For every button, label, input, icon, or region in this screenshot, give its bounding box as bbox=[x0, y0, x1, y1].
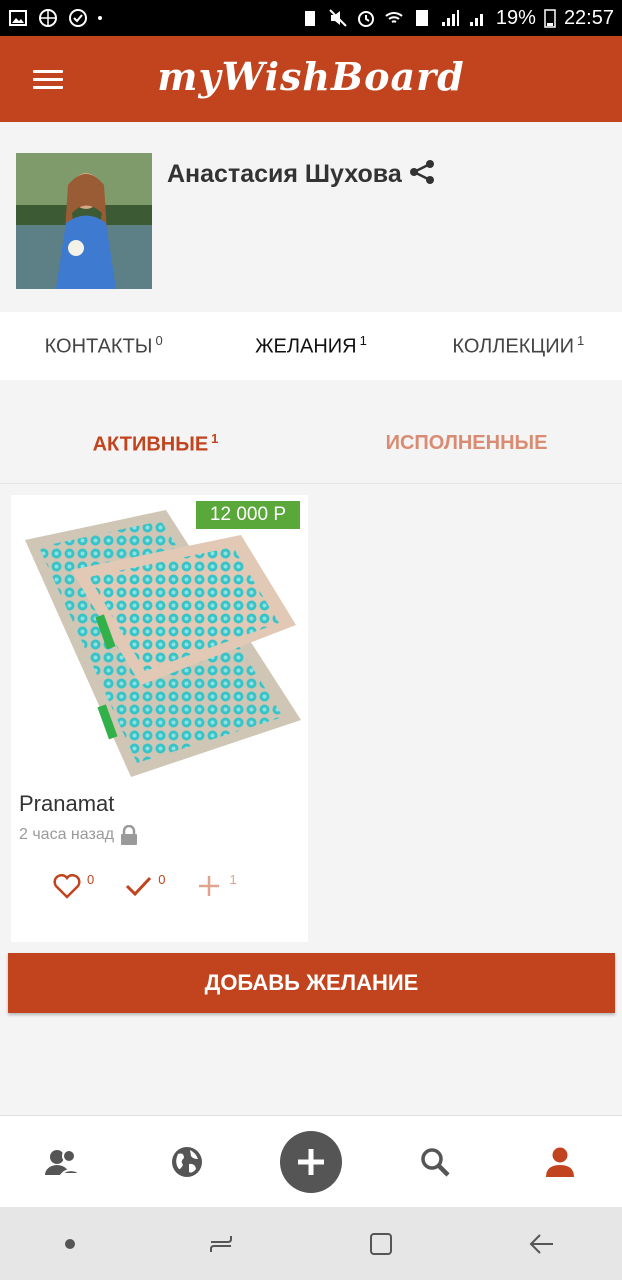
tab-label: ЖЕЛАНИЯ bbox=[255, 335, 357, 358]
search-icon bbox=[421, 1147, 450, 1177]
check-circle-icon bbox=[69, 9, 87, 27]
price-badge: 12 000 Р bbox=[195, 501, 300, 529]
subtab-label: АКТИВНЫЕ bbox=[92, 433, 209, 456]
subtab-fulfilled[interactable]: ИСПОЛНЕННЫЕ bbox=[311, 432, 622, 455]
signal-icon bbox=[441, 10, 459, 26]
heart-icon bbox=[53, 873, 81, 899]
notification-dot bbox=[98, 16, 102, 20]
menu-button[interactable] bbox=[0, 36, 96, 122]
battery-percent: 19% bbox=[495, 6, 536, 29]
tab-label: КОНТАКТЫ bbox=[44, 335, 153, 358]
home-icon[interactable] bbox=[366, 1229, 396, 1259]
add-count: 1 bbox=[229, 872, 237, 887]
nav-profile[interactable] bbox=[520, 1122, 600, 1202]
wish-timestamp: 2 часа назад bbox=[19, 825, 138, 845]
subtab-active[interactable]: АКТИВНЫЕ 1 bbox=[0, 431, 311, 457]
nav-friends[interactable] bbox=[22, 1122, 102, 1202]
avatar-photo bbox=[16, 153, 152, 289]
tab-collections[interactable]: КОЛЛЕКЦИИ 1 bbox=[415, 333, 622, 359]
lock-icon bbox=[121, 825, 138, 845]
system-nav-bar bbox=[0, 1207, 622, 1280]
clock: 22:57 bbox=[563, 6, 614, 29]
globe-icon bbox=[171, 1146, 202, 1177]
back-icon[interactable] bbox=[527, 1229, 557, 1259]
battery-icon bbox=[544, 9, 556, 28]
nav-add[interactable] bbox=[271, 1122, 351, 1202]
plus-small-icon bbox=[199, 876, 220, 896]
tab-count: 0 bbox=[155, 333, 163, 349]
mute-icon bbox=[329, 9, 347, 27]
tab-count: 1 bbox=[359, 333, 367, 349]
status-bar: 19% 22:57 bbox=[0, 0, 622, 36]
check-icon bbox=[126, 876, 152, 897]
nav-explore[interactable] bbox=[147, 1122, 227, 1202]
battery-saver-icon bbox=[304, 11, 315, 26]
plus-icon bbox=[297, 1148, 324, 1175]
wish-card[interactable]: 12 000 Р Pranamat 2 часа назад 0 0 1 bbox=[11, 495, 308, 942]
profile-name: Анастасия Шухова bbox=[167, 160, 402, 188]
tab-count: 1 bbox=[576, 333, 585, 349]
add-wish-button[interactable]: ДОБАВЬ ЖЕЛАНИЕ bbox=[8, 953, 615, 1013]
tab-label: КОЛЛЕКЦИИ bbox=[452, 335, 574, 358]
done-action[interactable]: 0 bbox=[124, 873, 165, 899]
hamburger-icon bbox=[33, 65, 63, 94]
profile-tabs: КОНТАКТЫ 0 ЖЕЛАНИЯ 1 КОЛЛЕКЦИИ 1 bbox=[0, 312, 622, 380]
status-left-icons bbox=[8, 8, 102, 28]
bottom-nav bbox=[0, 1115, 622, 1207]
wish-image bbox=[25, 510, 301, 777]
wish-actions: 0 0 1 bbox=[53, 873, 237, 899]
status-right-icons: 19% 22:57 bbox=[300, 7, 614, 30]
subtab-label: ИСПОЛНЕННЫЕ bbox=[385, 432, 548, 454]
tab-contacts[interactable]: КОНТАКТЫ 0 bbox=[0, 333, 207, 359]
wish-subtabs: АКТИВНЫЕ 1 ИСПОЛНЕННЫЕ bbox=[0, 404, 622, 484]
app-bar: myWishBoard bbox=[0, 36, 622, 122]
signal-2-icon bbox=[469, 14, 483, 26]
share-icon[interactable] bbox=[408, 158, 436, 186]
profile-header: Анастасия Шухова bbox=[0, 122, 622, 312]
friends-icon bbox=[45, 1148, 81, 1175]
wish-title: Pranamat bbox=[19, 791, 115, 816]
profile-icon bbox=[545, 1147, 574, 1177]
nav-search[interactable] bbox=[395, 1122, 475, 1202]
tab-wishes[interactable]: ЖЕЛАНИЯ 1 bbox=[207, 333, 414, 359]
alarm-icon bbox=[357, 11, 374, 27]
subtab-count: 1 bbox=[211, 430, 219, 446]
wifi-icon bbox=[385, 12, 403, 23]
done-count: 0 bbox=[158, 872, 166, 887]
avatar[interactable] bbox=[16, 153, 152, 289]
image-icon bbox=[9, 10, 27, 26]
like-action[interactable]: 0 bbox=[53, 873, 94, 899]
nav-dot[interactable] bbox=[65, 1238, 76, 1249]
recents-icon[interactable] bbox=[206, 1229, 236, 1259]
add-fab bbox=[279, 1130, 342, 1193]
add-action[interactable]: 1 bbox=[195, 872, 237, 899]
time-label: 2 часа назад bbox=[19, 826, 115, 843]
like-count: 0 bbox=[87, 872, 95, 887]
globe-status-icon bbox=[39, 9, 57, 27]
sim-icon bbox=[415, 10, 428, 26]
